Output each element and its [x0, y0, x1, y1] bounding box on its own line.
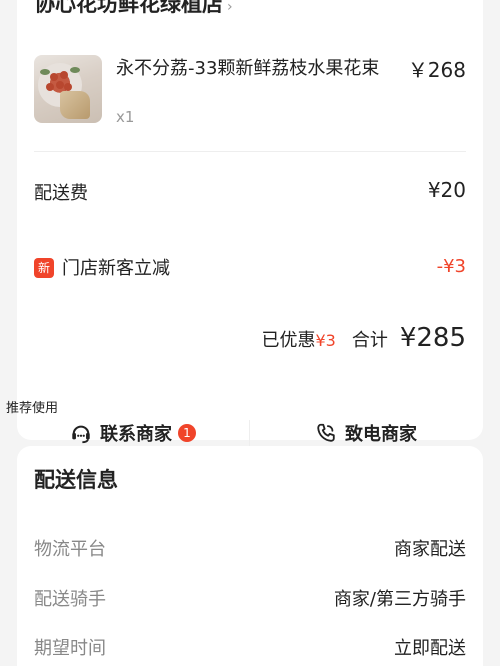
expected-time-value: 立即配送 [394, 638, 466, 659]
product-thumbnail[interactable] [34, 55, 102, 123]
product-name[interactable]: 永不分荔-33颗新鲜荔枝水果花束 [116, 54, 379, 80]
product-quantity: x1 [116, 108, 135, 126]
delivery-rider-value: 商家/第三方骑手 [333, 589, 466, 610]
chat-headset-icon [72, 425, 90, 444]
saved-amount: ¥3 [315, 331, 336, 350]
order-total-line: 已优惠 ¥3 合计 ¥285 [261, 323, 466, 353]
order-page: 协心花坊鲜花绿植店 › 永不分荔-33颗新鲜荔枝水果花束 ￥268 x1 配送费 … [0, 0, 500, 666]
delivery-info-title: 配送信息 [34, 468, 118, 492]
saved-label: 已优惠 [261, 330, 316, 351]
total-label: 合计 [351, 330, 388, 351]
unread-badge: 1 [178, 424, 196, 442]
expected-time-label: 期望时间 [34, 638, 106, 659]
delivery-fee-value: ¥20 [427, 178, 466, 202]
order-summary-card: 协心花坊鲜花绿植店 › 永不分荔-33颗新鲜荔枝水果花束 ￥268 x1 配送费 … [17, 0, 483, 440]
total-amount: ¥285 [399, 323, 466, 353]
chevron-down-icon: › [227, 0, 233, 15]
delivery-info-card: 配送信息 物流平台 商家配送 配送骑手 商家/第三方骑手 期望时间 立即配送 [17, 446, 483, 666]
call-merchant-label: 致电商家 [345, 424, 417, 445]
product-price: ￥268 [407, 58, 466, 82]
shop-name: 协心花坊鲜花绿植店 [34, 0, 223, 16]
delivery-rider-label: 配送骑手 [34, 589, 106, 610]
phone-icon [317, 423, 335, 442]
new-customer-discount-label: 门店新客立减 [62, 258, 170, 279]
logistics-platform-label: 物流平台 [34, 539, 106, 560]
delivery-fee-label: 配送费 [34, 183, 88, 204]
logistics-platform-value: 商家配送 [394, 539, 466, 560]
new-customer-discount-value: -¥3 [436, 256, 466, 277]
new-customer-discount-row: 新门店新客立减 [34, 254, 170, 280]
contact-merchant-label: 联系商家 [100, 424, 172, 445]
new-customer-badge: 新 [34, 258, 54, 278]
divider [34, 151, 466, 152]
shop-name-header[interactable]: 协心花坊鲜花绿植店 › [34, 0, 233, 18]
